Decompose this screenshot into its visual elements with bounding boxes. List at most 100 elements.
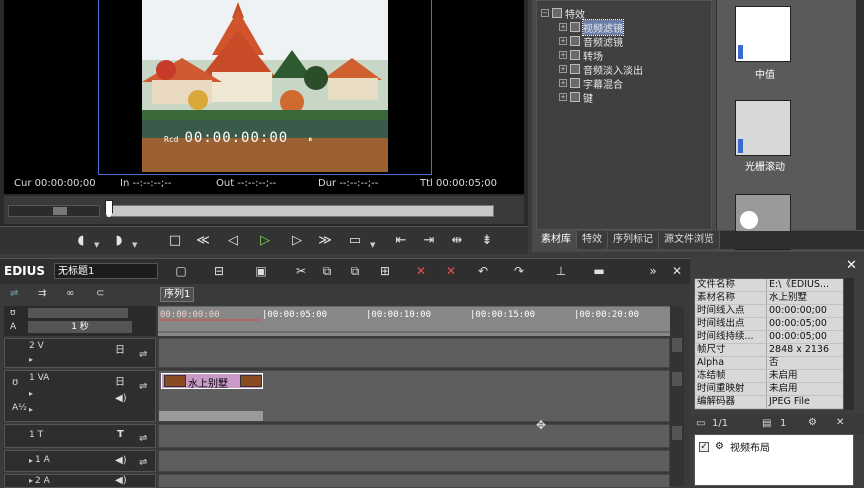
fast-forward-button[interactable]: ≫ <box>314 231 336 251</box>
cut-icon[interactable]: ✂ <box>292 262 310 280</box>
export-icon[interactable]: ⇟ <box>476 231 498 251</box>
ripple-delete-icon[interactable]: ✕ <box>442 262 460 280</box>
expand-icon[interactable]: + <box>559 65 567 73</box>
tab-effects[interactable]: 特效 <box>577 231 608 249</box>
track-1t[interactable] <box>158 424 670 448</box>
speaker-icon[interactable]: ◀) <box>115 393 127 404</box>
scroll-thumb[interactable] <box>672 426 682 440</box>
folder-icon[interactable]: ▭ <box>696 418 705 429</box>
expand-icon[interactable]: + <box>559 79 567 87</box>
expand-icon[interactable]: + <box>559 37 567 45</box>
step-back-button[interactable]: ◁ <box>222 231 244 251</box>
clip-audio-part[interactable] <box>159 411 263 421</box>
open-icon[interactable]: ⊟ <box>210 262 228 280</box>
chevron-down-icon[interactable]: ▼ <box>370 241 375 249</box>
timeline-scrollbar[interactable] <box>670 306 684 486</box>
track-header-1a[interactable]: 1 A ▸ ◀) ⇌ <box>4 450 156 472</box>
lock-icon[interactable]: ʊ <box>12 377 18 388</box>
undo-icon[interactable]: ↶ <box>474 262 492 280</box>
effects-scrollbar[interactable] <box>856 0 864 230</box>
audio-icon[interactable]: A <box>10 322 16 332</box>
close-icon[interactable]: ✕ <box>846 258 857 273</box>
effect-settings-icon[interactable]: ⚙ <box>808 417 817 428</box>
tree-item-video-filters[interactable]: + 视频滤镜 <box>559 18 624 36</box>
marker-icon[interactable]: ⊥ <box>552 262 570 280</box>
position-bar[interactable] <box>106 205 494 217</box>
track-1a[interactable] <box>158 450 670 472</box>
sync-icon[interactable]: ⇉ <box>38 288 46 299</box>
tab-source-browser[interactable]: 源文件浏览 <box>659 231 720 249</box>
audio-channel-icon[interactable]: A½ <box>12 403 27 413</box>
sync-toggle-icon[interactable]: ⇌ <box>139 349 147 360</box>
mode-icon[interactable]: ⇌ <box>10 288 18 299</box>
video-icon[interactable]: 日 <box>115 341 125 356</box>
effect-thumb-raster-scroll[interactable] <box>735 100 791 156</box>
scroll-thumb[interactable] <box>672 372 682 386</box>
stop-button[interactable]: □ <box>164 231 186 251</box>
speaker-icon[interactable]: ◀) <box>115 455 127 466</box>
redo-icon[interactable]: ↷ <box>510 262 528 280</box>
tree-item-audio-filters[interactable]: + 音频滤镜 <box>559 34 623 49</box>
play-button[interactable]: ▷ <box>254 231 276 251</box>
tree-root[interactable]: − 特效 <box>541 6 585 21</box>
set-out-icon[interactable]: ◗ <box>108 231 130 251</box>
step-forward-button[interactable]: ▷ <box>286 231 308 251</box>
expand-track-icon[interactable]: ▸ <box>29 389 33 398</box>
ripple-icon[interactable]: ∞ <box>66 288 74 299</box>
sync-toggle-icon[interactable]: ⇌ <box>139 433 147 444</box>
collapse-icon[interactable]: − <box>541 9 549 17</box>
set-in-icon[interactable]: ◖ <box>70 231 92 251</box>
tab-sequence[interactable]: 序列1 <box>160 287 194 302</box>
delete-icon[interactable]: ✕ <box>836 417 844 428</box>
shuttle-knob[interactable] <box>53 207 67 215</box>
expand-track-icon[interactable]: ▸ <box>29 405 33 414</box>
tree-item-audio-fades[interactable]: + 音频淡入淡出 <box>559 62 643 77</box>
new-icon[interactable]: ▢ <box>172 262 190 280</box>
expand-icon[interactable]: + <box>559 23 567 31</box>
replace-icon[interactable]: ⇹ <box>446 231 468 251</box>
tab-sequence-markers[interactable]: 序列标记 <box>608 231 659 249</box>
sync-toggle-icon[interactable]: ⇌ <box>139 381 147 392</box>
track-header-1t[interactable]: 1 T T ⇌ <box>4 424 156 448</box>
track-header-2v[interactable]: 2 V ▸ 日 ⇌ <box>4 338 156 368</box>
expand-icon[interactable]: » <box>644 262 662 280</box>
copy-icon[interactable]: ⧉ <box>318 262 336 280</box>
expand-track-icon[interactable]: ▸ <box>29 355 33 364</box>
timeline-clip[interactable]: 水上别墅 <box>161 373 263 390</box>
delete-icon[interactable]: ✕ <box>412 262 430 280</box>
info-scrollbar[interactable] <box>844 278 854 410</box>
track-2v[interactable] <box>158 338 670 368</box>
tree-item-keys[interactable]: + 键 <box>559 90 593 105</box>
list-item[interactable]: ✓ ⚙ 视频布局 <box>699 439 770 454</box>
chevron-down-icon[interactable]: ▼ <box>132 241 137 249</box>
settings-icon[interactable]: ▬ <box>590 262 608 280</box>
group-icon[interactable]: ⊞ <box>376 262 394 280</box>
expand-icon[interactable]: + <box>559 93 567 101</box>
insert-icon[interactable]: ⇤ <box>390 231 412 251</box>
layer-icon[interactable]: ▤ <box>762 418 771 429</box>
loop-button[interactable]: ▭ <box>344 231 366 251</box>
expand-icon[interactable]: + <box>559 51 567 59</box>
effect-thumb-median[interactable] <box>735 6 791 62</box>
title-icon[interactable]: T <box>117 429 124 440</box>
expand-track-icon[interactable]: ▸ <box>29 476 33 485</box>
tree-item-transitions[interactable]: + 转场 <box>559 48 603 63</box>
close-icon[interactable]: ✕ <box>668 262 686 280</box>
zoom-dropdown[interactable]: 1 秒 <box>28 321 132 333</box>
tab-bin[interactable]: 素材库 <box>536 231 577 249</box>
save-icon[interactable]: ▣ <box>252 262 270 280</box>
rewind-button[interactable]: ≪ <box>192 231 214 251</box>
paste-icon[interactable]: ⧉ <box>346 262 364 280</box>
overwrite-icon[interactable]: ⇥ <box>418 231 440 251</box>
checkbox[interactable]: ✓ <box>699 441 709 452</box>
sync-toggle-icon[interactable]: ⇌ <box>139 457 147 468</box>
chevron-down-icon[interactable]: ▼ <box>94 241 99 249</box>
expand-track-icon[interactable]: ▸ <box>29 456 33 465</box>
speaker-icon[interactable]: ◀) <box>115 475 127 486</box>
link-icon[interactable]: ⊂ <box>96 288 104 299</box>
zoom-slider[interactable] <box>28 308 128 318</box>
scroll-thumb[interactable] <box>672 338 682 352</box>
shuttle-slider[interactable] <box>8 205 100 217</box>
video-icon[interactable]: 日 <box>115 373 125 388</box>
tree-item-title-mixers[interactable]: + 字幕混合 <box>559 76 623 91</box>
